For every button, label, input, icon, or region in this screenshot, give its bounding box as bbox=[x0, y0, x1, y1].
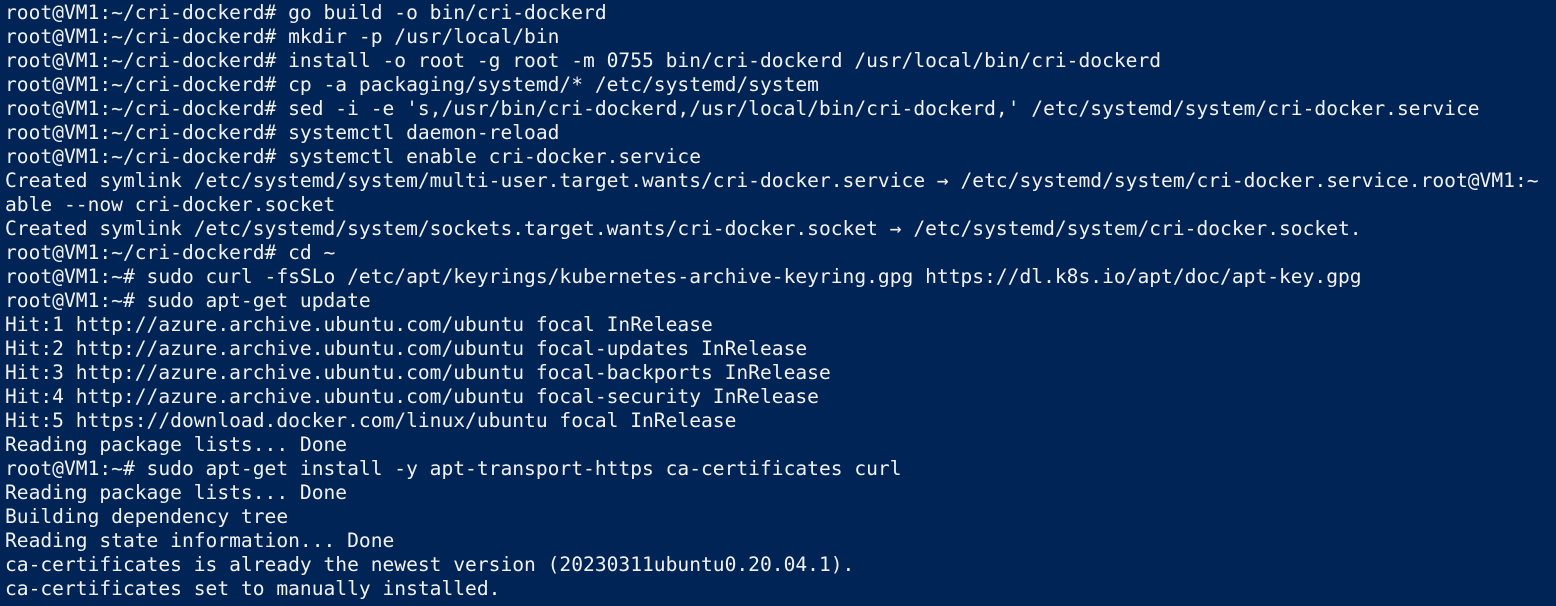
terminal-line: root@VM1:~/cri-dockerd# go build -o bin/… bbox=[5, 1, 607, 24]
terminal-line: ca-certificates set to manually installe… bbox=[5, 577, 501, 600]
terminal-line: root@VM1:~/cri-dockerd# sed -i -e 's,/us… bbox=[5, 97, 1480, 120]
terminal-line: Created symlink /etc/systemd/system/sock… bbox=[5, 217, 1362, 240]
terminal-line: Reading package lists... Done bbox=[5, 481, 348, 504]
terminal-line: Hit:5 https://download.docker.com/linux/… bbox=[5, 409, 737, 432]
terminal-line: Created symlink /etc/systemd/system/mult… bbox=[5, 169, 1539, 192]
terminal-line: root@VM1:~/cri-dockerd# mkdir -p /usr/lo… bbox=[5, 25, 560, 48]
terminal-line: root@VM1:~/cri-dockerd# cp -a packaging/… bbox=[5, 73, 819, 96]
terminal-line: root@VM1:~/cri-dockerd# cd ~ bbox=[5, 241, 336, 264]
terminal-line: Reading state information... Done bbox=[5, 529, 395, 552]
terminal-line: root@VM1:~# sudo curl -fsSLo /etc/apt/ke… bbox=[5, 265, 1362, 288]
terminal-line: able --now cri-docker.socket bbox=[5, 193, 336, 216]
terminal-line: Hit:2 http://azure.archive.ubuntu.com/ub… bbox=[5, 337, 808, 360]
terminal-line: Hit:1 http://azure.archive.ubuntu.com/ub… bbox=[5, 313, 713, 336]
terminal-line: root@VM1:~# sudo apt-get install -y apt-… bbox=[5, 457, 902, 480]
terminal-line: Reading package lists... Done bbox=[5, 433, 348, 456]
terminal-window[interactable]: root@VM1:~/cri-dockerd# go build -o bin/… bbox=[0, 0, 1556, 606]
terminal-line: ca-certificates is already the newest ve… bbox=[5, 553, 855, 576]
terminal-line: Hit:3 http://azure.archive.ubuntu.com/ub… bbox=[5, 361, 831, 384]
terminal-line: root@VM1:~/cri-dockerd# systemctl enable… bbox=[5, 145, 701, 168]
terminal-line: Building dependency tree bbox=[5, 505, 289, 528]
terminal-line: root@VM1:~/cri-dockerd# systemctl daemon… bbox=[5, 121, 560, 144]
terminal-line: Hit:4 http://azure.archive.ubuntu.com/ub… bbox=[5, 385, 819, 408]
terminal-line: root@VM1:~/cri-dockerd# install -o root … bbox=[5, 49, 1162, 72]
terminal-line: root@VM1:~# sudo apt-get update bbox=[5, 289, 371, 312]
